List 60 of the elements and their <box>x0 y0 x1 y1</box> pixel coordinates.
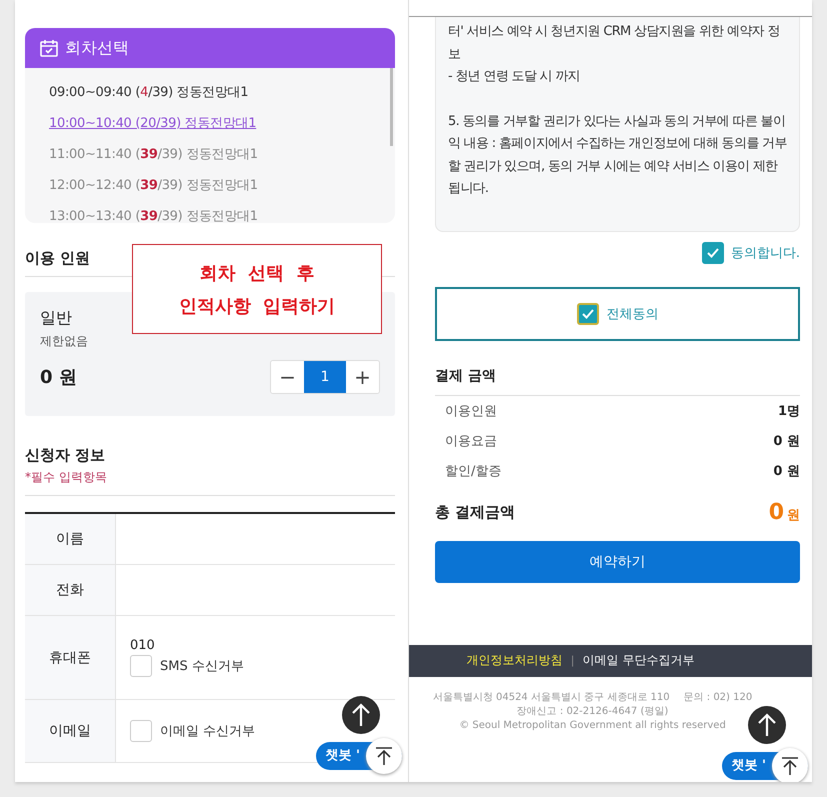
section-title: 신청자 정보 <box>25 446 106 466</box>
scroll-top-button[interactable] <box>748 706 786 744</box>
checkbox-label: 전체동의 <box>606 306 658 322</box>
slot-item[interactable]: 11:00~11:40 (39/39) 정동전망대1 <box>49 142 258 173</box>
payment-value: 1명 <box>778 402 800 420</box>
payment-value: 0 원 <box>773 432 800 450</box>
section-title: 결제 금액 <box>435 366 496 386</box>
currency-unit: 원 <box>787 508 800 522</box>
panel-title: 회차선택 <box>65 38 129 58</box>
checkbox[interactable] <box>130 720 152 742</box>
section-title: 이용 인원 <box>25 249 90 269</box>
payment-label: 이용요금 <box>444 432 497 450</box>
consent-text: - 청년 연령 도달 시 까지 <box>448 68 581 86</box>
reserve-button[interactable]: 예약하기 <box>435 540 800 582</box>
payment-value: 0 원 <box>773 462 800 480</box>
required-note: *필수 입력항목 <box>25 469 108 486</box>
ticket-price: 0 원 <box>40 366 77 389</box>
footer-link[interactable]: 이메일 무단수집거부 <box>582 652 694 669</box>
arrow-to-top-icon <box>375 746 393 766</box>
input-value[interactable]: 010 <box>130 638 381 653</box>
checkbox[interactable] <box>702 242 724 264</box>
contact-text: 문의 : 02) 120 <box>684 690 752 704</box>
slot-item[interactable]: 10:00~10:40 (20/39) 정동전망대1 <box>49 111 256 142</box>
arrow-up-icon <box>756 712 778 738</box>
arrow-to-top-icon <box>781 756 799 776</box>
scroll-top-button[interactable] <box>366 738 402 774</box>
footer-link[interactable]: 개인정보처리방침 <box>466 652 563 669</box>
checkbox-label: 동의합니다. <box>730 244 800 262</box>
checkbox-label: 이메일 수신거부 <box>160 723 256 740</box>
link-separator: | <box>570 654 574 667</box>
ticket-type: 일반 <box>40 308 73 329</box>
checkbox[interactable] <box>130 655 152 677</box>
slot-item[interactable]: 09:00~09:40 (4/39) 정동전망대1 <box>49 80 248 111</box>
agree-all-box[interactable]: 전체동의 <box>435 286 800 340</box>
copyright-text: © Seoul Metropolitan Government all rights reserved <box>459 718 726 732</box>
checkbox-label: SMS 수신거부 <box>160 658 244 675</box>
slot-item[interactable]: 12:00~12:40 (39/39) 정동전망대1 <box>49 173 258 204</box>
calendar-icon <box>39 38 59 58</box>
total-amount: 0 <box>768 500 784 524</box>
annotation-text: 회차 선택 후 <box>200 262 314 284</box>
checkbox[interactable] <box>576 302 598 324</box>
consent-text: 터' 서비스 예약 시 청년지원 CRM 상담지원을 위한 예약자 정보 <box>448 23 781 64</box>
slot-item[interactable]: 13:00~13:40 (39/39) 정동전망대1 <box>49 204 258 223</box>
total-label: 총 결제금액 <box>435 502 516 522</box>
payment-label: 이용인원 <box>444 402 497 420</box>
field-label: 휴대폰 <box>25 616 116 699</box>
field-label: 이메일 <box>25 700 116 762</box>
field-label: 이름 <box>25 514 116 564</box>
arrow-up-icon <box>350 702 372 728</box>
consent-text: 5. 동의를 거부할 권리가 있다는 사실과 동의 거부에 따른 불이익 내용 : 홈페이지에서 수집하는 개인정보에 대해 동의를 거부할 권리가 있으며, 동의 거부 시에는 예약 서비스 이용이 제한됩니다. <box>448 112 787 198</box>
annotation-text: 인적사항 입력하기 <box>178 294 336 318</box>
ticket-limit: 제한없음 <box>40 333 89 350</box>
report-text: 장애신고 : 02-2126-4647 (평일) <box>516 704 668 718</box>
address-text: 서울특별시청 04524 서울특별시 중구 세종대로 110 <box>432 690 670 704</box>
payment-label: 할인/할증 <box>444 462 502 480</box>
field-label: 전화 <box>25 565 116 615</box>
scroll-top-button[interactable] <box>772 748 808 782</box>
check-icon <box>706 246 720 258</box>
check-icon <box>580 308 594 320</box>
scroll-top-button[interactable] <box>342 696 380 734</box>
